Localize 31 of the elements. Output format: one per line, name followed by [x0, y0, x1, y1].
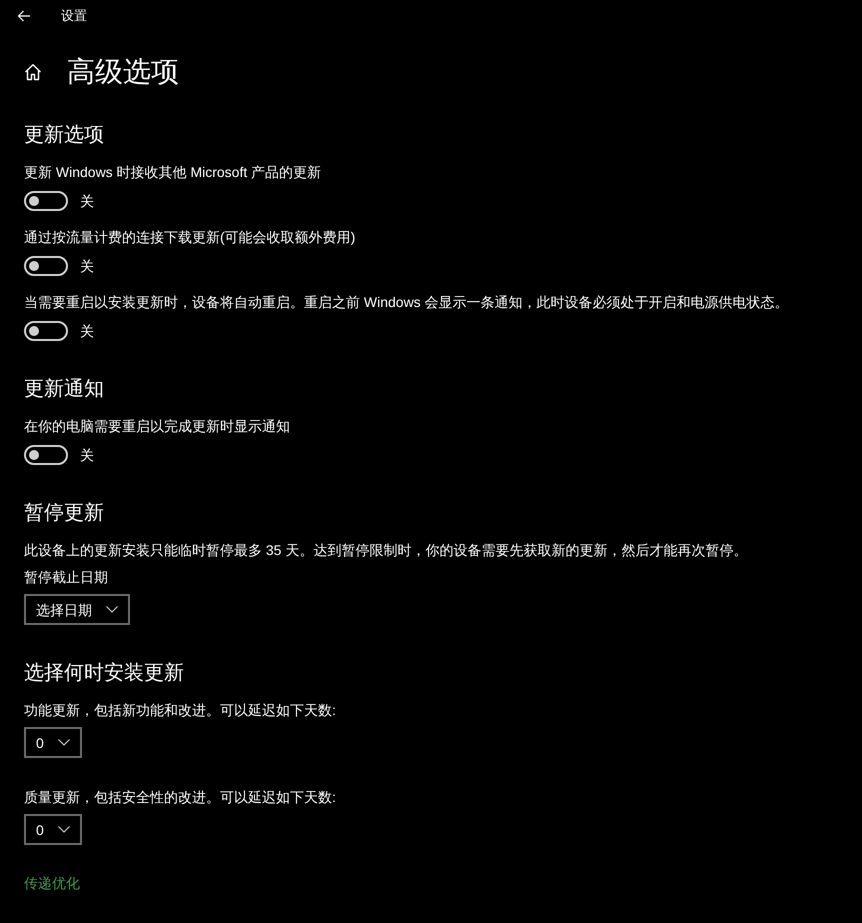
- dropdown[interactable]: 选择日期: [24, 594, 130, 625]
- section-heading: 选择何时安装更新: [24, 661, 185, 686]
- setting-label: 通过按流量计费的连接下载更新(可能会收取额外费用): [24, 228, 356, 247]
- chevron-down-icon: [58, 739, 70, 746]
- delivery-optimization-link[interactable]: 传递优化: [24, 873, 80, 893]
- description-text: 此设备上的更新安装只能临时暂停最多 35 天。达到暂停限制时，你的设备需要先获取新的更新，然后才能再次暂停。: [24, 541, 748, 560]
- back-arrow-icon[interactable]: [17, 9, 31, 23]
- dropdown[interactable]: 0: [24, 814, 82, 845]
- field-label: 质量更新，包括安全性的改进。可以延迟如下天数:: [24, 788, 337, 807]
- section-heading: 更新通知: [24, 377, 105, 402]
- chevron-down-icon: [106, 606, 118, 613]
- toggle-switch[interactable]: [24, 191, 68, 211]
- window-title: 设置: [61, 7, 87, 25]
- setting-label: 当需要重启以安装更新时，设备将自动重启。重启之前 Windows 会显示一条通知，此时设备必须处于开启和电源供电状态。: [24, 293, 790, 312]
- toggle-state-text: 关: [80, 192, 94, 211]
- toggle-state-text: 关: [80, 257, 94, 276]
- toggle-state-text: 关: [80, 446, 94, 465]
- home-icon[interactable]: [24, 63, 42, 81]
- field-label: 暂停截止日期: [24, 568, 109, 587]
- toggle-state-text: 关: [80, 322, 94, 341]
- field-label: 功能更新，包括新功能和改进。可以延迟如下天数:: [24, 701, 337, 720]
- setting-label: 在你的电脑需要重启以完成更新时显示通知: [24, 417, 291, 436]
- section-heading: 暂停更新: [24, 501, 105, 526]
- toggle-switch[interactable]: [24, 445, 68, 465]
- setting-label: 更新 Windows 时接收其他 Microsoft 产品的更新: [24, 163, 322, 182]
- chevron-down-icon: [58, 826, 70, 833]
- toggle-switch[interactable]: [24, 256, 68, 276]
- toggle-switch[interactable]: [24, 321, 68, 341]
- dropdown[interactable]: 0: [24, 727, 82, 758]
- section-heading: 更新选项: [24, 123, 105, 148]
- page-title: 高级选项: [67, 55, 179, 89]
